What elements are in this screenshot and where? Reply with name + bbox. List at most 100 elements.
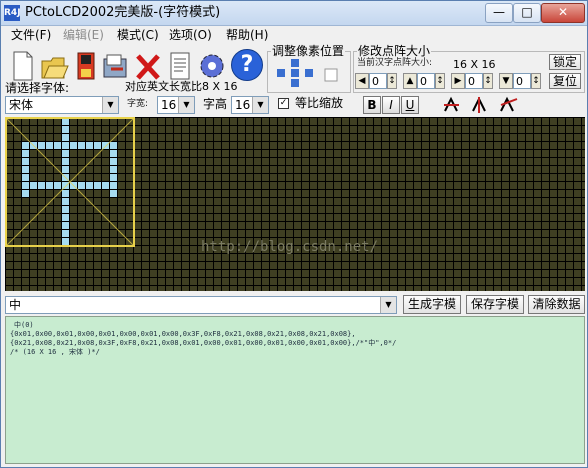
current-size-label: 当前汉字点阵大小:	[357, 58, 433, 68]
proportional-checkbox[interactable]: ✓	[278, 98, 289, 109]
current-size-value: 16 X 16	[453, 58, 496, 71]
shrink-left-button[interactable]: ◀	[355, 73, 369, 89]
lit-pixel[interactable]	[110, 150, 117, 157]
height-select[interactable]: 16 ▼	[231, 96, 269, 114]
spin-left[interactable]: 0	[369, 73, 387, 89]
lit-pixel[interactable]	[22, 158, 29, 165]
save-icon[interactable]	[71, 47, 101, 85]
bold-button[interactable]: B	[363, 96, 381, 114]
grid-canvas[interactable]	[5, 117, 585, 291]
height-label: 字高	[203, 97, 228, 111]
width-select[interactable]: 16 ▼	[157, 96, 195, 114]
menu-bar: 文件(F) 编辑(E) 模式(C) 选项(O) 帮助(H)	[1, 26, 587, 44]
lit-pixel[interactable]	[86, 142, 93, 149]
clear-button[interactable]: 清除数据	[528, 295, 585, 314]
lit-pixel[interactable]	[22, 174, 29, 181]
lit-pixel[interactable]	[62, 190, 69, 197]
italic-button[interactable]: I	[382, 96, 400, 114]
lit-pixel[interactable]	[110, 166, 117, 173]
output-line: {0x21,0x08,0x21,0x08,0x3F,0xF8,0x21,0x08…	[10, 339, 397, 347]
app-window: R4J PCtoLCD2002完美版-(字符模式) — □ ✕ 文件(F) 编辑…	[0, 0, 588, 468]
lit-pixel[interactable]	[70, 142, 77, 149]
spin-left-arrows[interactable]: ↕	[387, 73, 397, 89]
lit-pixel[interactable]	[30, 182, 37, 189]
maximize-button[interactable]: □	[513, 3, 541, 23]
lit-pixel[interactable]	[78, 182, 85, 189]
height-select-value: 16	[235, 98, 251, 112]
close-button[interactable]: ✕	[541, 3, 585, 23]
menu-mode[interactable]: 模式(C)	[117, 27, 159, 43]
output-textarea[interactable]: 中(0) {0x01,0x00,0x01,0x00,0x01,0x00,0x01…	[5, 316, 585, 464]
spin-bottom-arrows[interactable]: ↕	[531, 73, 541, 89]
lit-pixel[interactable]	[62, 214, 69, 221]
lit-pixel[interactable]	[46, 182, 53, 189]
lit-pixel[interactable]	[22, 182, 29, 189]
lit-pixel[interactable]	[62, 206, 69, 213]
lit-pixel[interactable]	[62, 150, 69, 157]
dot-matrix-grid[interactable]: http://blog.csdn.net/	[5, 117, 585, 291]
lit-pixel[interactable]	[22, 150, 29, 157]
lit-pixel[interactable]	[38, 182, 45, 189]
lit-pixel[interactable]	[94, 182, 101, 189]
lit-pixel[interactable]	[102, 142, 109, 149]
lit-pixel[interactable]	[62, 158, 69, 165]
lit-pixel[interactable]	[110, 174, 117, 181]
lit-pixel[interactable]	[110, 158, 117, 165]
transform-icons[interactable]	[441, 95, 531, 115]
width-select-value: 16	[161, 98, 177, 112]
lit-pixel[interactable]	[62, 222, 69, 229]
lit-pixel[interactable]	[110, 182, 117, 189]
lit-pixel[interactable]	[22, 166, 29, 173]
lit-pixel[interactable]	[54, 182, 61, 189]
lit-pixel[interactable]	[54, 142, 61, 149]
shrink-bottom-button[interactable]: ▼	[499, 73, 513, 89]
lit-pixel[interactable]	[46, 142, 53, 149]
menu-edit[interactable]: 编辑(E)	[63, 27, 104, 43]
lit-pixel[interactable]	[62, 230, 69, 237]
lit-pixel[interactable]	[86, 182, 93, 189]
lock-button[interactable]: 锁定	[549, 54, 581, 70]
chevron-down-icon[interactable]: ▼	[252, 97, 268, 113]
lit-pixel[interactable]	[110, 142, 117, 149]
shrink-right-button[interactable]: ▶	[451, 73, 465, 89]
text-input[interactable]: 中 ▼	[5, 296, 397, 314]
pixel-move-arrows[interactable]	[273, 59, 343, 89]
spin-top-arrows[interactable]: ↕	[435, 73, 445, 89]
spin-bottom[interactable]: 0	[513, 73, 531, 89]
restore-button[interactable]: 复位	[549, 73, 581, 89]
chevron-down-icon[interactable]: ▼	[178, 97, 194, 113]
lit-pixel[interactable]	[62, 142, 69, 149]
lit-pixel[interactable]	[62, 238, 69, 245]
lit-pixel[interactable]	[102, 182, 109, 189]
spin-right-arrows[interactable]: ↕	[483, 73, 493, 89]
lit-pixel[interactable]	[62, 166, 69, 173]
chevron-down-icon[interactable]: ▼	[102, 97, 118, 113]
lit-pixel[interactable]	[62, 126, 69, 133]
watermark-text: http://blog.csdn.net/	[201, 239, 379, 255]
lit-pixel[interactable]	[62, 198, 69, 205]
lit-pixel[interactable]	[22, 190, 29, 197]
generate-button[interactable]: 生成字模	[403, 295, 461, 314]
spin-top[interactable]: 0	[417, 73, 435, 89]
title-bar[interactable]: R4J PCtoLCD2002完美版-(字符模式) — □ ✕	[1, 1, 587, 26]
font-select[interactable]: 宋体 ▼	[5, 96, 119, 114]
menu-file[interactable]: 文件(F)	[11, 27, 51, 43]
shrink-top-button[interactable]: ▲	[403, 73, 417, 89]
chevron-down-icon[interactable]: ▼	[380, 297, 396, 313]
help-icon[interactable]: ?	[231, 49, 263, 81]
output-line: 中(0)	[14, 321, 34, 329]
lit-pixel[interactable]	[110, 190, 117, 197]
save-font-button[interactable]: 保存字模	[466, 295, 524, 314]
underline-button[interactable]: U	[401, 96, 419, 114]
lit-pixel[interactable]	[62, 182, 69, 189]
lit-pixel[interactable]	[62, 134, 69, 141]
lit-pixel[interactable]	[38, 142, 45, 149]
lit-pixel[interactable]	[62, 118, 69, 125]
menu-help[interactable]: 帮助(H)	[226, 27, 268, 43]
spin-right[interactable]: 0	[465, 73, 483, 89]
lit-pixel[interactable]	[22, 142, 29, 149]
lit-pixel[interactable]	[94, 142, 101, 149]
lit-pixel[interactable]	[78, 142, 85, 149]
minimize-button[interactable]: —	[485, 3, 513, 23]
menu-options[interactable]: 选项(O)	[169, 27, 212, 43]
